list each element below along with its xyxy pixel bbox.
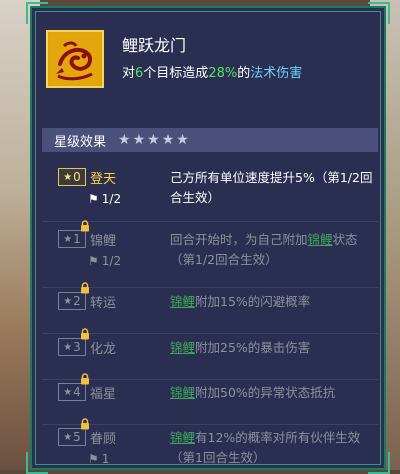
damage-percent: 28%: [208, 66, 238, 81]
star-icon: ★: [63, 171, 73, 183]
effect-text: 附加25%的暴击伤害: [195, 340, 311, 355]
star-tier-row: ★ 5 眷顾 ⚑ 1 锦鲤有12%的概率对所有伙伴生效（第1回合生效）: [42, 418, 378, 472]
skill-title: 鲤跃龙门: [122, 36, 187, 55]
corner-ornament: [368, 2, 390, 24]
star-icon: ★: [161, 132, 175, 148]
koi-status-link[interactable]: 锦鲤: [170, 294, 195, 309]
star-tier-row: ★ 1 锦鲤 ⚑ 1/2 回合开始时，为自己附加锦鲤状态（第1/2回合生效）: [42, 220, 378, 288]
star-effects-header: 星级效果 ★ ★ ★ ★ ★: [42, 128, 378, 152]
tier-effect: 己方所有单位速度提升5%（第1/2回合生效）: [170, 168, 374, 208]
tier-level: 0: [73, 170, 81, 184]
star-icon: ★: [63, 341, 73, 353]
tier-level-badge: ★ 1: [58, 230, 86, 248]
tier-level: 4: [73, 385, 81, 399]
star-icon: ★: [63, 431, 73, 443]
tier-effect: 锦鲤附加15%的闪避概率: [170, 292, 374, 312]
star-icon: ★: [63, 233, 73, 245]
tier-level-badge: ★ 0: [58, 168, 86, 186]
progress-value: 1: [101, 452, 110, 466]
tier-progress: ⚑ 1/2: [88, 192, 121, 206]
effect-text: 附加50%的异常状态抵抗: [195, 385, 336, 400]
tier-level: 2: [73, 294, 81, 308]
flag-icon: ⚑: [88, 192, 99, 206]
corner-ornament: [26, 2, 48, 24]
lock-icon: [81, 418, 89, 430]
koi-icon: [50, 34, 100, 84]
tier-name: 转运: [90, 296, 117, 311]
progress-value: 1/2: [101, 192, 122, 206]
flag-icon: ⚑: [88, 254, 99, 268]
lock-icon: [81, 220, 89, 232]
koi-status-link[interactable]: 锦鲤: [170, 340, 195, 355]
tier-level-badge: ★ 4: [58, 383, 86, 401]
star-rating: ★ ★ ★ ★ ★: [118, 133, 189, 147]
star-icon: ★: [118, 132, 131, 148]
star-icon: ★: [63, 295, 73, 307]
row-divider: [42, 287, 378, 288]
koi-status-link[interactable]: 锦鲤: [170, 385, 195, 400]
tier-effect: 锦鲤有12%的概率对所有伙伴生效（第1回合生效）: [170, 428, 374, 468]
koi-status-link[interactable]: 锦鲤: [170, 430, 195, 445]
tier-name: 福星: [90, 387, 117, 402]
row-divider: [42, 379, 378, 380]
star-icon: ★: [147, 132, 160, 148]
lock-icon: [81, 282, 89, 294]
tier-level-badge: ★ 5: [58, 428, 86, 446]
effect-text: 己方所有单位速度提升5%（第1/2回合生效）: [170, 170, 373, 205]
row-divider: [42, 424, 378, 425]
tier-name: 锦鲤: [90, 234, 117, 249]
damage-type: 法术伤害: [250, 66, 303, 81]
tier-level-badge: ★ 2: [58, 292, 86, 310]
tier-level: 3: [73, 340, 81, 354]
tier-level-badge: ★ 3: [58, 338, 86, 356]
tier-progress: ⚑ 1: [88, 452, 109, 466]
tier-name: 化龙: [90, 342, 117, 357]
star-icon: ★: [176, 132, 189, 148]
tier-effect: 回合开始时，为自己附加锦鲤状态（第1/2回合生效）: [170, 230, 374, 270]
tier-effect: 锦鲤附加50%的异常状态抵抗: [170, 383, 374, 403]
star-icon: ★: [63, 386, 73, 398]
star-icon: ★: [132, 132, 146, 148]
progress-value: 1/2: [101, 254, 122, 268]
lock-icon: [81, 328, 89, 340]
effect-text: 回合开始时，为自己附加: [170, 232, 308, 247]
tier-level: 5: [73, 430, 81, 444]
koi-status-link[interactable]: 锦鲤: [308, 232, 333, 247]
lock-icon: [81, 373, 89, 385]
tier-name: 登天: [90, 172, 117, 187]
tier-progress: ⚑ 1/2: [88, 254, 121, 268]
star-tier-row: ★ 3 化龙 锦鲤附加25%的暴击伤害: [42, 328, 378, 380]
tier-name: 眷顾: [90, 432, 117, 447]
tier-level: 1: [73, 232, 81, 246]
tier-effect: 锦鲤附加25%的暴击伤害: [170, 338, 374, 358]
star-tier-row: ★ 2 转运 锦鲤附加15%的闪避概率: [42, 282, 378, 334]
flag-icon: ⚑: [88, 452, 99, 466]
skill-tooltip-panel: 鲤跃龙门 对6个目标造成28%的法术伤害 星级效果 ★ ★ ★ ★ ★ ★ 0 登天 ⚑ 1/2…: [26, 2, 390, 474]
row-divider: [42, 221, 378, 222]
effect-text: 附加15%的闪避概率: [195, 294, 311, 309]
row-divider: [42, 333, 378, 334]
star-tier-row: ★ 0 登天 ⚑ 1/2 己方所有单位速度提升5%（第1/2回合生效）: [42, 168, 378, 222]
star-tier-row: ★ 4 福星 锦鲤附加50%的异常状态抵抗: [42, 373, 378, 425]
koi-skill-icon: [46, 30, 104, 88]
section-title: 星级效果: [54, 134, 107, 150]
effect-text: 有12%的概率对所有伙伴生效（第1回合生效）: [170, 430, 361, 465]
skill-description: 对6个目标造成28%的法术伤害: [122, 66, 303, 81]
